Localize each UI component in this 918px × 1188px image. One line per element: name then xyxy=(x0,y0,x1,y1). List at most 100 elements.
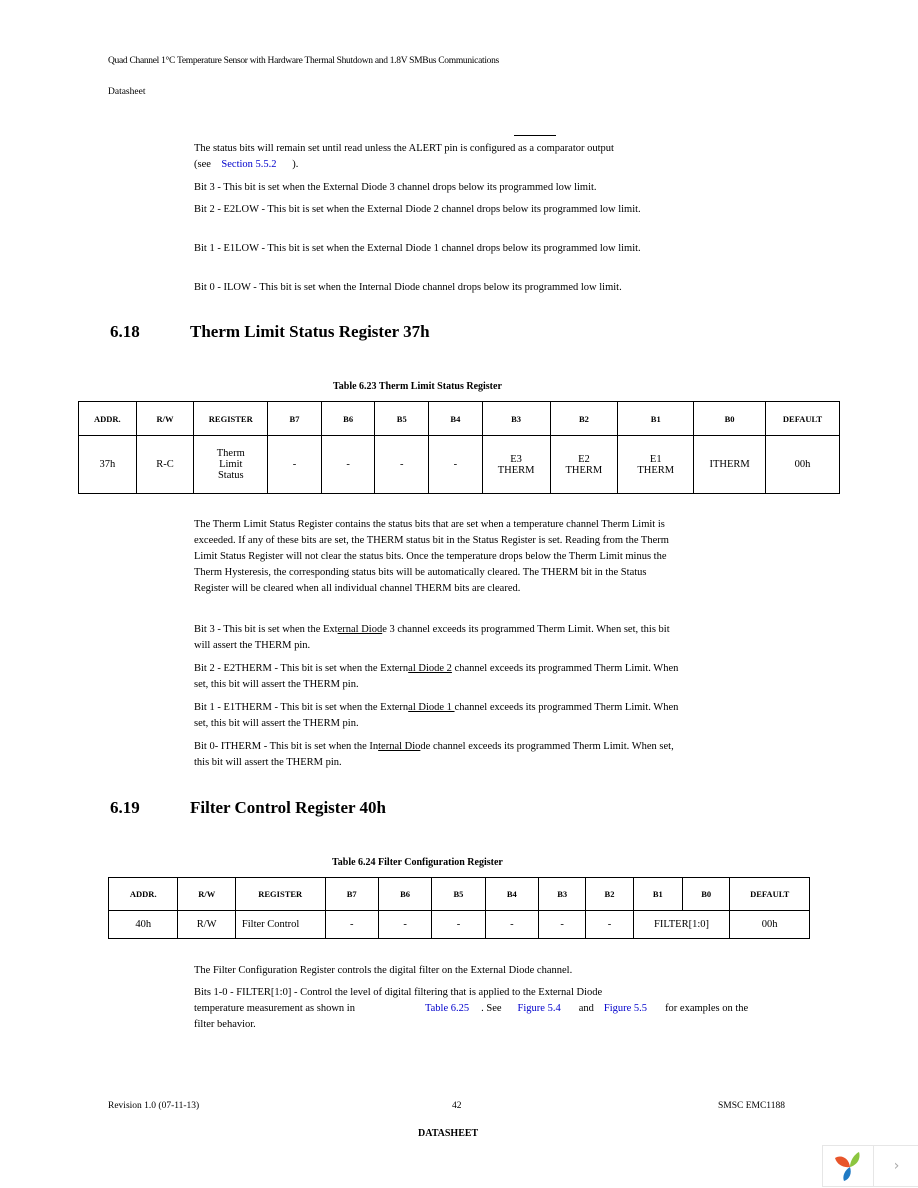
cell-b3: - xyxy=(538,910,587,939)
register-line-2: Limit xyxy=(219,459,243,470)
cell-b6: - xyxy=(377,910,433,939)
bit1-low-description: Bit 1 - E1LOW - This bit is set when the… xyxy=(194,243,641,254)
underlined-text: ernal Diod xyxy=(337,624,383,635)
see-text: (see xyxy=(194,159,211,170)
bit2-therm-description: Bit 2 - E2THERM - This bit is set when t… xyxy=(194,661,679,693)
b2-line-2: THERM xyxy=(565,464,603,476)
chevron-right-icon[interactable]: › xyxy=(874,1146,918,1186)
b3-line-1: E3 xyxy=(510,453,522,465)
table-header-row: ADDR. R/W REGISTER B7 B6 B5 B4 B3 B2 B1 … xyxy=(78,401,840,436)
figure-5-4-link[interactable]: Figure 5.4 xyxy=(518,1003,561,1014)
col-b2: B2 xyxy=(585,877,634,911)
col-rw: R/W xyxy=(135,401,195,436)
text: for examples on the xyxy=(665,1003,749,1014)
col-default: DEFAULT xyxy=(729,877,810,911)
table-6-24-caption: Table 6.24 Filter Configuration Register xyxy=(332,857,503,868)
cell-b1: E1 THERM xyxy=(617,435,695,494)
table-6-25-link[interactable]: Table 6.25 xyxy=(425,1003,469,1014)
bit2-low-description: Bit 2 - E2LOW - This bit is set when the… xyxy=(194,204,641,215)
text: temperature measurement as shown in xyxy=(194,1003,355,1014)
col-b5: B5 xyxy=(431,877,486,911)
filter-bits-line-1: Bits 1-0 - FILTER[1:0] - Control the lev… xyxy=(194,987,603,998)
filter-bits-description: Bits 1-0 - FILTER[1:0] - Control the lev… xyxy=(194,985,794,1033)
footer-page-number: 42 xyxy=(452,1101,462,1111)
filter-bits-line-3: filter behavior. xyxy=(194,1019,256,1030)
col-b3: B3 xyxy=(481,401,551,436)
cell-b2: - xyxy=(585,910,634,939)
table-header-row: ADDR. R/W REGISTER B7 B6 B5 B4 B3 B2 B1 … xyxy=(107,877,810,911)
bit3-therm-description: Bit 3 - This bit is set when the Externa… xyxy=(194,622,679,654)
text: Bit 0- ITHERM - This bit is set when the… xyxy=(194,741,379,752)
therm-limit-status-table: ADDR. R/W REGISTER B7 B6 B5 B4 B3 B2 B1 … xyxy=(78,401,840,494)
col-b4: B4 xyxy=(484,877,540,911)
filter-configuration-table: ADDR. R/W REGISTER B7 B6 B5 B4 B3 B2 B1 … xyxy=(107,877,810,939)
cell-b6: - xyxy=(320,435,376,494)
col-b2: B2 xyxy=(549,401,619,436)
cell-b7: - xyxy=(267,435,322,494)
footer-product: SMSC EMC1188 xyxy=(718,1101,785,1111)
table-row: 40h R/W Filter Control - - - - - - FILTE… xyxy=(107,910,810,939)
col-b7: B7 xyxy=(267,401,322,436)
status-line-1: The status bits will remain set until re… xyxy=(194,143,614,154)
col-b1: B1 xyxy=(617,401,695,436)
cell-b0: ITHERM xyxy=(693,435,767,494)
cell-register: Filter Control xyxy=(234,910,326,939)
document-header-title: Quad Channel 1°C Temperature Sensor with… xyxy=(108,56,499,66)
cell-default: 00h xyxy=(729,910,810,939)
register-line-1: Therm xyxy=(216,448,245,459)
cell-b4: - xyxy=(428,435,483,494)
register-line-3: Status xyxy=(217,470,244,481)
cell-b4: - xyxy=(484,910,540,939)
cell-register: Therm Limit Status xyxy=(193,435,269,494)
b1-line-2: THERM xyxy=(637,464,675,476)
col-b6: B6 xyxy=(320,401,376,436)
table-row: 37h R-C Therm Limit Status - - - - E3 TH… xyxy=(78,435,840,494)
cell-b5: - xyxy=(431,910,486,939)
section-6-19-title: Filter Control Register 40h xyxy=(190,798,386,817)
filter-bits-line-2: temperature measurement as shown in Table… xyxy=(194,1001,794,1017)
footer-revision: Revision 1.0 (07-11-13) xyxy=(108,1101,200,1111)
col-b7: B7 xyxy=(324,877,379,911)
cell-b5: - xyxy=(374,435,430,494)
col-register: REGISTER xyxy=(234,877,326,911)
filter-description: The Filter Configuration Register contro… xyxy=(194,965,573,976)
cell-b7: - xyxy=(324,910,379,939)
figure-5-5-link[interactable]: Figure 5.5 xyxy=(604,1003,647,1014)
document-header-subtitle: Datasheet xyxy=(108,87,146,97)
cell-b2: E2 THERM xyxy=(549,435,619,494)
b3-line-2: THERM xyxy=(497,464,535,476)
underlined-text: al Diode 2 xyxy=(408,663,452,674)
col-b5: B5 xyxy=(374,401,430,436)
status-paragraph: The status bits will remain set until re… xyxy=(194,141,684,173)
bit3-low-description: Bit 3 - This bit is set when the Externa… xyxy=(194,182,597,193)
section-6-19-number: 6.19 xyxy=(110,798,140,817)
viewer-nav-widget: › xyxy=(822,1145,918,1187)
b1-line-1: E1 xyxy=(649,453,662,465)
text: Bit 1 - E1THERM - This bit is set when t… xyxy=(194,702,409,713)
col-addr: ADDR. xyxy=(78,401,137,436)
cell-addr: 37h xyxy=(78,435,137,494)
text: . See xyxy=(481,1003,502,1014)
col-b3: B3 xyxy=(538,877,587,911)
col-rw: R/W xyxy=(177,877,236,911)
alert-overline xyxy=(514,135,556,136)
col-default: DEFAULT xyxy=(765,401,840,436)
cell-default: 00h xyxy=(765,435,840,494)
cell-rw: R/W xyxy=(177,910,236,939)
section-5-5-2-link[interactable]: Section 5.5.2 xyxy=(221,159,276,170)
bit0-therm-description: Bit 0- ITHERM - This bit is set when the… xyxy=(194,739,684,771)
yii-logo-icon[interactable] xyxy=(823,1146,874,1186)
footer-datasheet-label: DATASHEET xyxy=(418,1128,479,1139)
underlined-text: ternal Dio xyxy=(378,741,421,752)
text: and xyxy=(578,1003,594,1014)
col-b6: B6 xyxy=(377,877,433,911)
therm-limit-description: The Therm Limit Status Register contains… xyxy=(194,519,669,594)
bit1-therm-description: Bit 1 - E1THERM - This bit is set when t… xyxy=(194,700,679,732)
col-b1: B1 xyxy=(632,877,684,911)
text: Bit 2 - E2THERM - This bit is set when t… xyxy=(194,663,409,674)
cell-b3: E3 THERM xyxy=(481,435,551,494)
cell-addr: 40h xyxy=(107,910,179,939)
status-line-2: (see Section 5.5.2 ). xyxy=(194,157,684,173)
col-register: REGISTER xyxy=(193,401,269,436)
section-6-18-title: Therm Limit Status Register 37h xyxy=(190,322,430,341)
